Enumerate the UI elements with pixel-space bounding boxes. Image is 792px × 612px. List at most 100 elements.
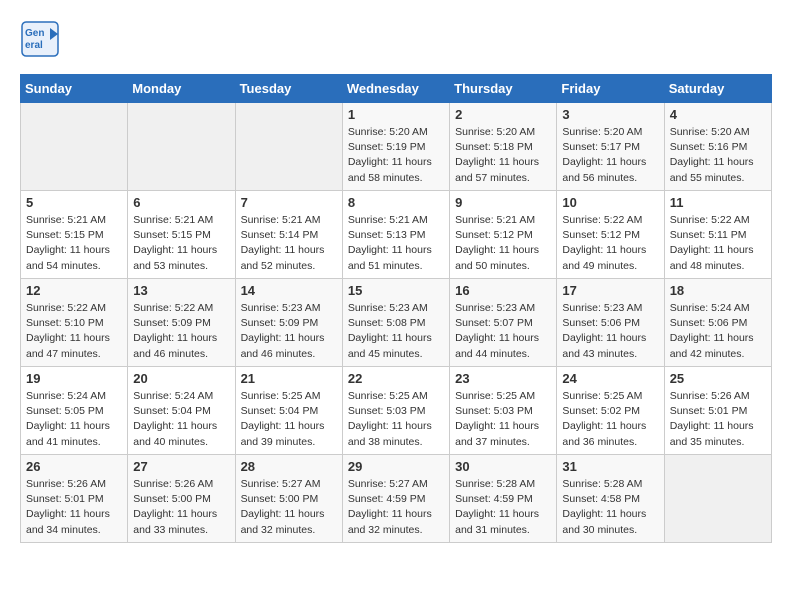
day-number: 28 xyxy=(241,459,337,474)
page-header: Gen eral xyxy=(20,20,772,58)
day-number: 13 xyxy=(133,283,229,298)
day-number: 1 xyxy=(348,107,444,122)
day-info: Sunrise: 5:21 AMSunset: 5:12 PMDaylight:… xyxy=(455,213,551,274)
weekday-header: Tuesday xyxy=(235,75,342,103)
calendar-cell: 1 Sunrise: 5:20 AMSunset: 5:19 PMDaylight… xyxy=(342,103,449,191)
calendar-cell: 20 Sunrise: 5:24 AMSunset: 5:04 PMDayligh… xyxy=(128,367,235,455)
calendar-cell: 9 Sunrise: 5:21 AMSunset: 5:12 PMDaylight… xyxy=(450,191,557,279)
calendar-cell: 30 Sunrise: 5:28 AMSunset: 4:59 PMDayligh… xyxy=(450,455,557,543)
logo: Gen eral xyxy=(20,20,64,58)
calendar-cell: 14 Sunrise: 5:23 AMSunset: 5:09 PMDayligh… xyxy=(235,279,342,367)
day-info: Sunrise: 5:25 AMSunset: 5:03 PMDaylight:… xyxy=(455,389,551,450)
day-info: Sunrise: 5:23 AMSunset: 5:09 PMDaylight:… xyxy=(241,301,337,362)
day-number: 21 xyxy=(241,371,337,386)
calendar-week-row: 12Sunrise: 5:22 AMSunset: 5:10 PMDayligh… xyxy=(21,279,772,367)
calendar-header: SundayMondayTuesdayWednesdayThursdayFrid… xyxy=(21,75,772,103)
calendar-cell: 18 Sunrise: 5:24 AMSunset: 5:06 PMDayligh… xyxy=(664,279,771,367)
day-info: Sunrise: 5:28 AMSunset: 4:59 PMDaylight:… xyxy=(455,477,551,538)
day-info: Sunrise: 5:20 AMSunset: 5:16 PMDaylight:… xyxy=(670,125,766,186)
calendar-cell: 16 Sunrise: 5:23 AMSunset: 5:07 PMDayligh… xyxy=(450,279,557,367)
day-info: Sunrise: 5:25 AMSunset: 5:04 PMDaylight:… xyxy=(241,389,337,450)
calendar-cell: 5 Sunrise: 5:21 AMSunset: 5:15 PMDaylight… xyxy=(21,191,128,279)
day-info: Sunrise: 5:22 AMSunset: 5:12 PMDaylight:… xyxy=(562,213,658,274)
day-number: 4 xyxy=(670,107,766,122)
calendar-cell: 13 Sunrise: 5:22 AMSunset: 5:09 PMDayligh… xyxy=(128,279,235,367)
calendar-cell: 28 Sunrise: 5:27 AMSunset: 5:00 PMDayligh… xyxy=(235,455,342,543)
calendar-cell: 29 Sunrise: 5:27 AMSunset: 4:59 PMDayligh… xyxy=(342,455,449,543)
day-number: 30 xyxy=(455,459,551,474)
day-number: 20 xyxy=(133,371,229,386)
calendar-cell xyxy=(128,103,235,191)
calendar-cell: 7 Sunrise: 5:21 AMSunset: 5:14 PMDaylight… xyxy=(235,191,342,279)
calendar-cell: 8 Sunrise: 5:21 AMSunset: 5:13 PMDaylight… xyxy=(342,191,449,279)
day-info: Sunrise: 5:23 AMSunset: 5:07 PMDaylight:… xyxy=(455,301,551,362)
day-number: 26 xyxy=(26,459,122,474)
day-number: 19 xyxy=(26,371,122,386)
calendar-cell: 10 Sunrise: 5:22 AMSunset: 5:12 PMDayligh… xyxy=(557,191,664,279)
calendar-cell: 4 Sunrise: 5:20 AMSunset: 5:16 PMDaylight… xyxy=(664,103,771,191)
calendar-cell: 22 Sunrise: 5:25 AMSunset: 5:03 PMDayligh… xyxy=(342,367,449,455)
day-number: 15 xyxy=(348,283,444,298)
calendar-week-row: 1 Sunrise: 5:20 AMSunset: 5:19 PMDaylight… xyxy=(21,103,772,191)
calendar-cell: 2 Sunrise: 5:20 AMSunset: 5:18 PMDaylight… xyxy=(450,103,557,191)
calendar-cell: 15 Sunrise: 5:23 AMSunset: 5:08 PMDayligh… xyxy=(342,279,449,367)
calendar-body: 1 Sunrise: 5:20 AMSunset: 5:19 PMDaylight… xyxy=(21,103,772,543)
day-info: Sunrise: 5:23 AMSunset: 5:08 PMDaylight:… xyxy=(348,301,444,362)
day-info: Sunrise: 5:28 AMSunset: 4:58 PMDaylight:… xyxy=(562,477,658,538)
svg-text:Gen: Gen xyxy=(25,28,44,39)
day-info: Sunrise: 5:21 AMSunset: 5:14 PMDaylight:… xyxy=(241,213,337,274)
day-number: 31 xyxy=(562,459,658,474)
day-number: 22 xyxy=(348,371,444,386)
weekday-row: SundayMondayTuesdayWednesdayThursdayFrid… xyxy=(21,75,772,103)
calendar-cell: 3 Sunrise: 5:20 AMSunset: 5:17 PMDaylight… xyxy=(557,103,664,191)
day-number: 5 xyxy=(26,195,122,210)
day-number: 7 xyxy=(241,195,337,210)
day-info: Sunrise: 5:20 AMSunset: 5:18 PMDaylight:… xyxy=(455,125,551,186)
calendar-cell: 12Sunrise: 5:22 AMSunset: 5:10 PMDayligh… xyxy=(21,279,128,367)
day-number: 27 xyxy=(133,459,229,474)
day-info: Sunrise: 5:27 AMSunset: 5:00 PMDaylight:… xyxy=(241,477,337,538)
day-info: Sunrise: 5:20 AMSunset: 5:19 PMDaylight:… xyxy=(348,125,444,186)
calendar-cell xyxy=(235,103,342,191)
calendar-cell: 21 Sunrise: 5:25 AMSunset: 5:04 PMDayligh… xyxy=(235,367,342,455)
day-info: Sunrise: 5:27 AMSunset: 4:59 PMDaylight:… xyxy=(348,477,444,538)
day-number: 8 xyxy=(348,195,444,210)
calendar-cell: 31 Sunrise: 5:28 AMSunset: 4:58 PMDayligh… xyxy=(557,455,664,543)
day-number: 9 xyxy=(455,195,551,210)
logo-icon: Gen eral xyxy=(20,20,60,58)
weekday-header: Saturday xyxy=(664,75,771,103)
calendar-week-row: 26 Sunrise: 5:26 AMSunset: 5:01 PMDayligh… xyxy=(21,455,772,543)
day-info: Sunrise: 5:23 AMSunset: 5:06 PMDaylight:… xyxy=(562,301,658,362)
day-info: Sunrise: 5:25 AMSunset: 5:03 PMDaylight:… xyxy=(348,389,444,450)
svg-text:eral: eral xyxy=(25,40,43,51)
day-number: 14 xyxy=(241,283,337,298)
calendar-cell: 25Sunrise: 5:26 AMSunset: 5:01 PMDayligh… xyxy=(664,367,771,455)
calendar-cell: 6Sunrise: 5:21 AMSunset: 5:15 PMDaylight… xyxy=(128,191,235,279)
day-number: 18 xyxy=(670,283,766,298)
day-number: 17 xyxy=(562,283,658,298)
day-info: Sunrise: 5:26 AMSunset: 5:01 PMDaylight:… xyxy=(26,477,122,538)
day-info: Sunrise: 5:24 AMSunset: 5:06 PMDaylight:… xyxy=(670,301,766,362)
day-info: Sunrise: 5:26 AMSunset: 5:00 PMDaylight:… xyxy=(133,477,229,538)
day-info: Sunrise: 5:21 AMSunset: 5:15 PMDaylight:… xyxy=(133,213,229,274)
day-info: Sunrise: 5:20 AMSunset: 5:17 PMDaylight:… xyxy=(562,125,658,186)
day-number: 2 xyxy=(455,107,551,122)
day-info: Sunrise: 5:24 AMSunset: 5:04 PMDaylight:… xyxy=(133,389,229,450)
weekday-header: Monday xyxy=(128,75,235,103)
day-info: Sunrise: 5:26 AMSunset: 5:01 PMDaylight:… xyxy=(670,389,766,450)
day-number: 10 xyxy=(562,195,658,210)
day-number: 11 xyxy=(670,195,766,210)
calendar-cell xyxy=(664,455,771,543)
weekday-header: Sunday xyxy=(21,75,128,103)
day-number: 29 xyxy=(348,459,444,474)
weekday-header: Thursday xyxy=(450,75,557,103)
day-info: Sunrise: 5:22 AMSunset: 5:09 PMDaylight:… xyxy=(133,301,229,362)
day-info: Sunrise: 5:22 AMSunset: 5:11 PMDaylight:… xyxy=(670,213,766,274)
day-info: Sunrise: 5:21 AMSunset: 5:15 PMDaylight:… xyxy=(26,213,122,274)
weekday-header: Wednesday xyxy=(342,75,449,103)
calendar-week-row: 19Sunrise: 5:24 AMSunset: 5:05 PMDayligh… xyxy=(21,367,772,455)
day-info: Sunrise: 5:21 AMSunset: 5:13 PMDaylight:… xyxy=(348,213,444,274)
day-number: 16 xyxy=(455,283,551,298)
day-number: 12 xyxy=(26,283,122,298)
day-number: 3 xyxy=(562,107,658,122)
